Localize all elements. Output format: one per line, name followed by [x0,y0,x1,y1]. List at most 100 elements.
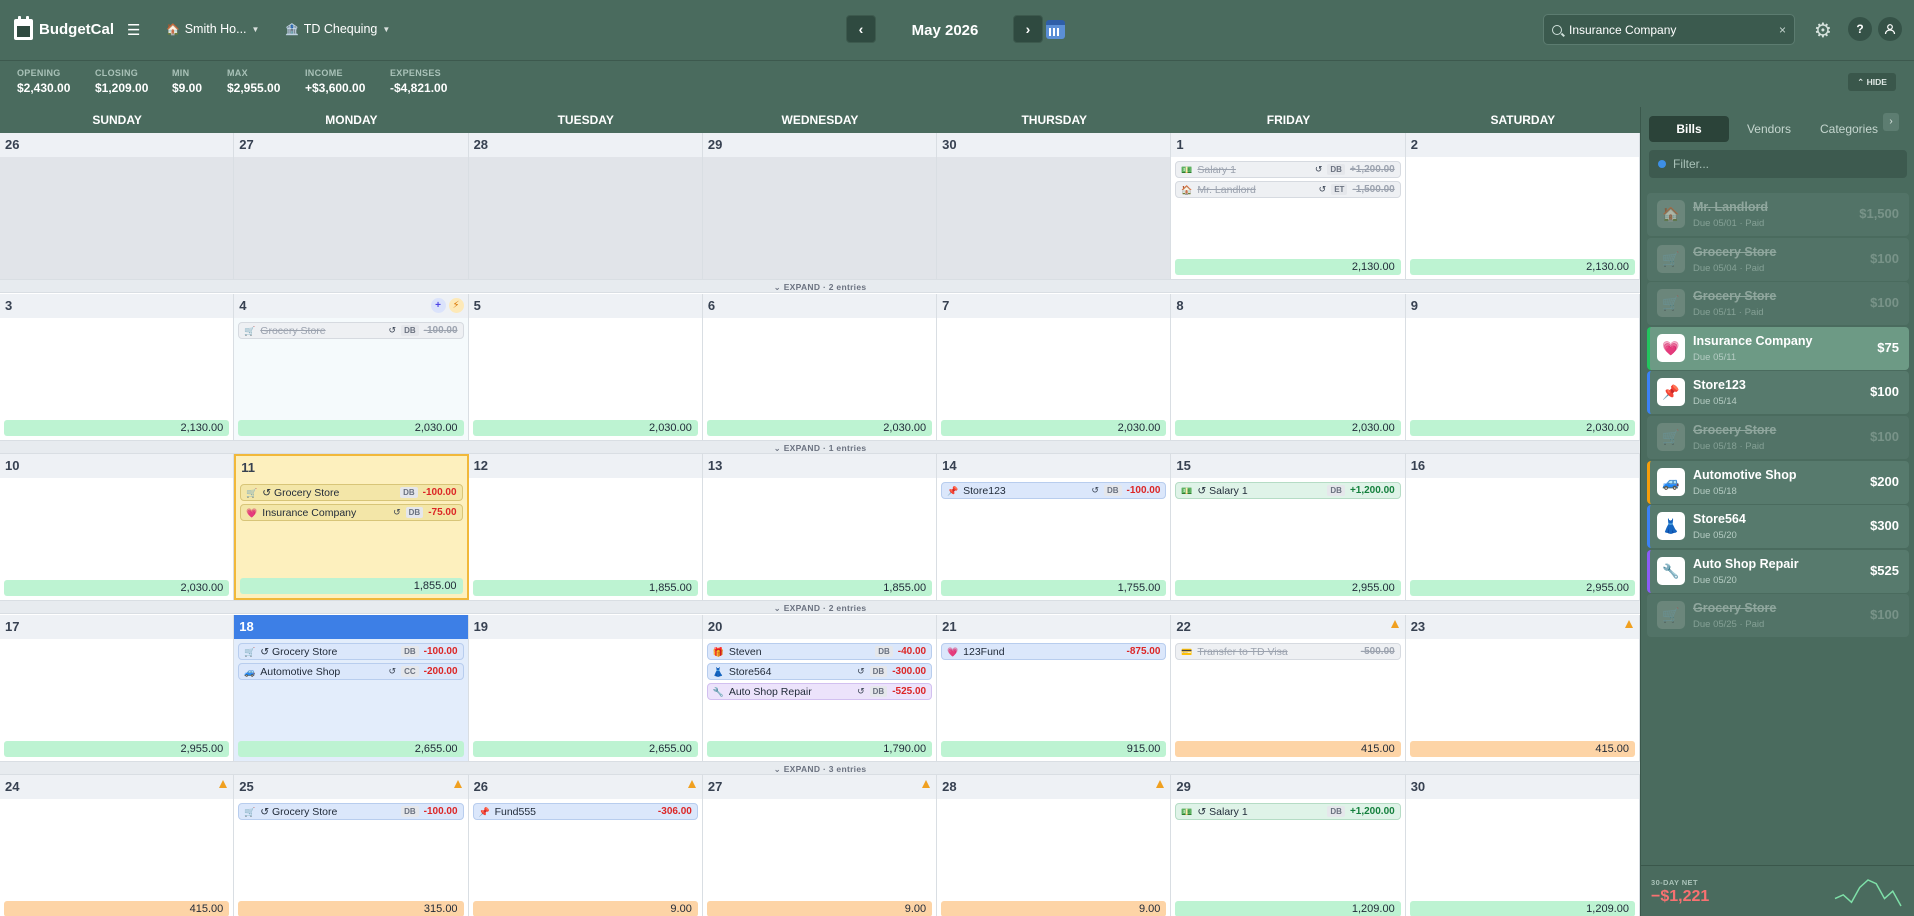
calendar-entry[interactable]: 🎁 Steven DB -40.00 [706,643,933,660]
clear-search-icon[interactable]: × [1779,23,1786,37]
day-cell[interactable]: 27 9.00 [702,775,938,916]
day-cell[interactable]: 1 💵 Salary 1 ↺ DB +1,200.00 🏠 Mr. Landlord ↺ ET -1… [1171,133,1406,279]
brand[interactable]: BudgetCal [14,16,114,40]
day-cell[interactable]: 7 2,030.00 [937,294,1172,440]
day-cell[interactable]: 27 [234,133,469,279]
calendar-entry[interactable]: 🛒 ↺ Grocery Store DB -100.00 [238,803,464,820]
expand-week-toggle[interactable]: ⌄ EXPAND · 2 entries [0,600,1640,614]
day-cell[interactable]: 20 🎁 Steven DB -40.00 👗 Store564 ↺ DB -300.00 🔧 Aut… [702,615,938,761]
calendar-picker-icon[interactable] [1046,20,1065,39]
day-cell[interactable]: 18 🛒 ↺ Grocery Store DB -100.00 🚙 Automotive S… [234,615,469,761]
day-cell[interactable]: 6 2,030.00 [702,294,938,440]
calendar-entry[interactable]: 📌 Fund555 -306.00 [472,803,698,820]
hamburger-menu-icon[interactable]: ☰ [127,21,140,39]
day-cell[interactable]: 9 2,030.00 [1405,294,1640,440]
calendar-entry[interactable]: 🚙 Automotive Shop ↺ CC -200.00 [238,663,464,680]
payment-tag: DB [1327,485,1345,496]
bill-item[interactable]: 🔧 Auto Shop Repair Due 05/20 $525 [1647,549,1909,593]
calendar-entry[interactable]: 🔧 Auto Shop Repair ↺ DB -525.00 [706,683,933,700]
day-balance: 2,655.00 [472,741,698,757]
calendar-entry[interactable]: 🛒 Grocery Store ↺ DB -100.00 [238,322,464,339]
add-entry-icon[interactable]: + [430,298,446,313]
bill-item[interactable]: 🚙 Automotive Shop Due 05/18 $200 [1647,460,1909,504]
search-box[interactable]: × [1543,14,1795,45]
calendar-entry[interactable]: 🏠 Mr. Landlord ↺ ET -1,500.00 [1175,181,1401,198]
day-cell[interactable]: 30 1,209.00 [1405,775,1640,916]
day-cell[interactable]: 3 2,130.00 [0,294,235,440]
day-cell[interactable]: 25 🛒 ↺ Grocery Store DB -100.00 315.00 [234,775,469,916]
calendar-entry[interactable]: 📌 Store123 ↺ DB -100.00 [941,482,1167,499]
next-month-button[interactable]: › [1013,15,1043,43]
day-cell[interactable]: 24 415.00 [0,775,235,916]
expand-week-toggle[interactable]: ⌄ EXPAND · 3 entries [0,761,1640,775]
bill-item[interactable]: 🛒 Grocery Store Due 05/18 · Paid $100 [1647,416,1909,459]
day-cell[interactable]: 30 [937,133,1172,279]
tab-bills[interactable]: Bills [1649,116,1729,142]
expand-week-toggle[interactable]: ⌄ EXPAND · 1 entries [0,440,1640,454]
bill-item[interactable]: 👗 Store564 Due 05/20 $300 [1647,505,1909,549]
day-cell[interactable]: 22 💳 Transfer to TD Visa -500.00 415.00 [1171,615,1406,761]
calendar-logo-icon [14,16,33,40]
day-cell[interactable]: 8 2,030.00 [1171,294,1406,440]
expand-week-toggle[interactable]: ⌄ EXPAND · 2 entries [0,279,1640,293]
bill-item[interactable]: 🛒 Grocery Store Due 05/25 · Paid $100 [1647,594,1909,638]
day-cell[interactable]: 11 🛒 ↺ Grocery Store DB -100.00 💗 Insurance Co… [234,454,469,600]
tab-vendors[interactable]: Vendors [1729,116,1809,142]
calendar-entry[interactable]: 💵 ↺ Salary 1 DB +1,200.00 [1175,803,1401,820]
day-cell[interactable]: 10 2,030.00 [0,454,235,600]
calendar-entry[interactable]: 💵 ↺ Salary 1 DB +1,200.00 [1175,482,1401,499]
day-cell[interactable]: 14 📌 Store123 ↺ DB -100.00 1,755.00 [937,454,1172,600]
bill-icon: 🔧 [1657,556,1685,585]
bill-item[interactable]: 🛒 Grocery Store Due 05/11 · Paid $100 [1647,282,1909,326]
help-button[interactable]: ? [1848,17,1872,41]
calendar-entry[interactable]: 💗 123Fund -875.00 [941,643,1167,660]
day-cell[interactable]: 21 💗 123Fund -875.00 915.00 [937,615,1172,761]
day-cell[interactable]: 19 2,655.00 [468,615,703,761]
bill-item[interactable]: 🏠 Mr. Landlord Due 05/01 · Paid $1,500 [1647,193,1909,236]
day-number: 8 [1171,294,1405,318]
calendar-entry[interactable]: 👗 Store564 ↺ DB -300.00 [706,663,933,680]
hide-stats-button[interactable]: ⌃ HIDE [1848,73,1896,91]
calendar-entry[interactable]: 🛒 ↺ Grocery Store DB -100.00 [238,643,464,660]
bill-name: Grocery Store [1693,289,1777,304]
settings-gear-icon[interactable]: ⚙ [1814,18,1832,43]
day-cell[interactable]: 13 1,855.00 [702,454,938,600]
calendar-entry[interactable]: 💵 Salary 1 ↺ DB +1,200.00 [1175,161,1401,178]
day-cell[interactable]: 4 + ⚡ 🛒 Grocery Store ↺ DB -100.00 2,030.00 [234,294,469,440]
bill-item[interactable]: 📌 Store123 Due 05/14 $100 [1647,371,1909,415]
day-cell[interactable]: 26 [0,133,235,279]
day-cell[interactable]: 23 415.00 [1405,615,1640,761]
day-cell[interactable]: 29 💵 ↺ Salary 1 DB +1,200.00 1,209.00 [1171,775,1406,916]
user-account-icon[interactable] [1878,17,1902,41]
day-cell[interactable]: 12 1,855.00 [468,454,703,600]
quick-action-icon[interactable]: ⚡ [448,298,464,313]
calendar-entry[interactable]: 🛒 ↺ Grocery Store DB -100.00 [240,484,463,501]
day-number-text: 1 [1176,137,1184,152]
day-cell[interactable]: 28 [468,133,703,279]
day-cell[interactable]: 5 2,030.00 [468,294,703,440]
bill-item[interactable]: 💗 Insurance Company Due 05/11 $75 [1647,326,1909,370]
filter-field[interactable]: Filter... [1649,150,1907,178]
day-balance: 2,955.00 [1175,580,1401,596]
search-input[interactable] [1569,22,1772,37]
prev-month-button[interactable]: ‹ [846,15,876,43]
day-cell[interactable]: 17 2,955.00 [0,615,235,761]
chevron-right-icon[interactable]: › [1883,113,1899,131]
day-number-text: 30 [942,137,957,152]
day-cell[interactable]: 16 2,955.00 [1405,454,1640,600]
day-cell[interactable]: 28 9.00 [937,775,1172,916]
bill-item[interactable]: 🛒 Grocery Store Due 05/04 · Paid $100 [1647,237,1909,281]
tab-categories[interactable]: Categories [1809,116,1889,142]
day-cell[interactable]: 29 [702,133,938,279]
day-balance: 2,030.00 [706,420,933,436]
month-title: May 2026 [911,22,979,39]
calendar-entry[interactable]: 💳 Transfer to TD Visa -500.00 [1175,643,1401,660]
day-cell[interactable]: 26 📌 Fund555 -306.00 9.00 [468,775,703,916]
account-selector[interactable]: 🏦 TD Chequing ▼ [285,22,390,36]
household-selector[interactable]: 🏠 Smith Ho... ▼ [166,22,259,36]
day-cell[interactable]: 2 2,130.00 [1405,133,1640,279]
day-cell[interactable]: 15 💵 ↺ Salary 1 DB +1,200.00 2,955.00 [1171,454,1406,600]
calendar-entry[interactable]: 💗 Insurance Company ↺ DB -75.00 [240,504,463,521]
weekday-friday: FRIDAY [1266,113,1311,127]
day-number-text: 3 [5,298,13,313]
